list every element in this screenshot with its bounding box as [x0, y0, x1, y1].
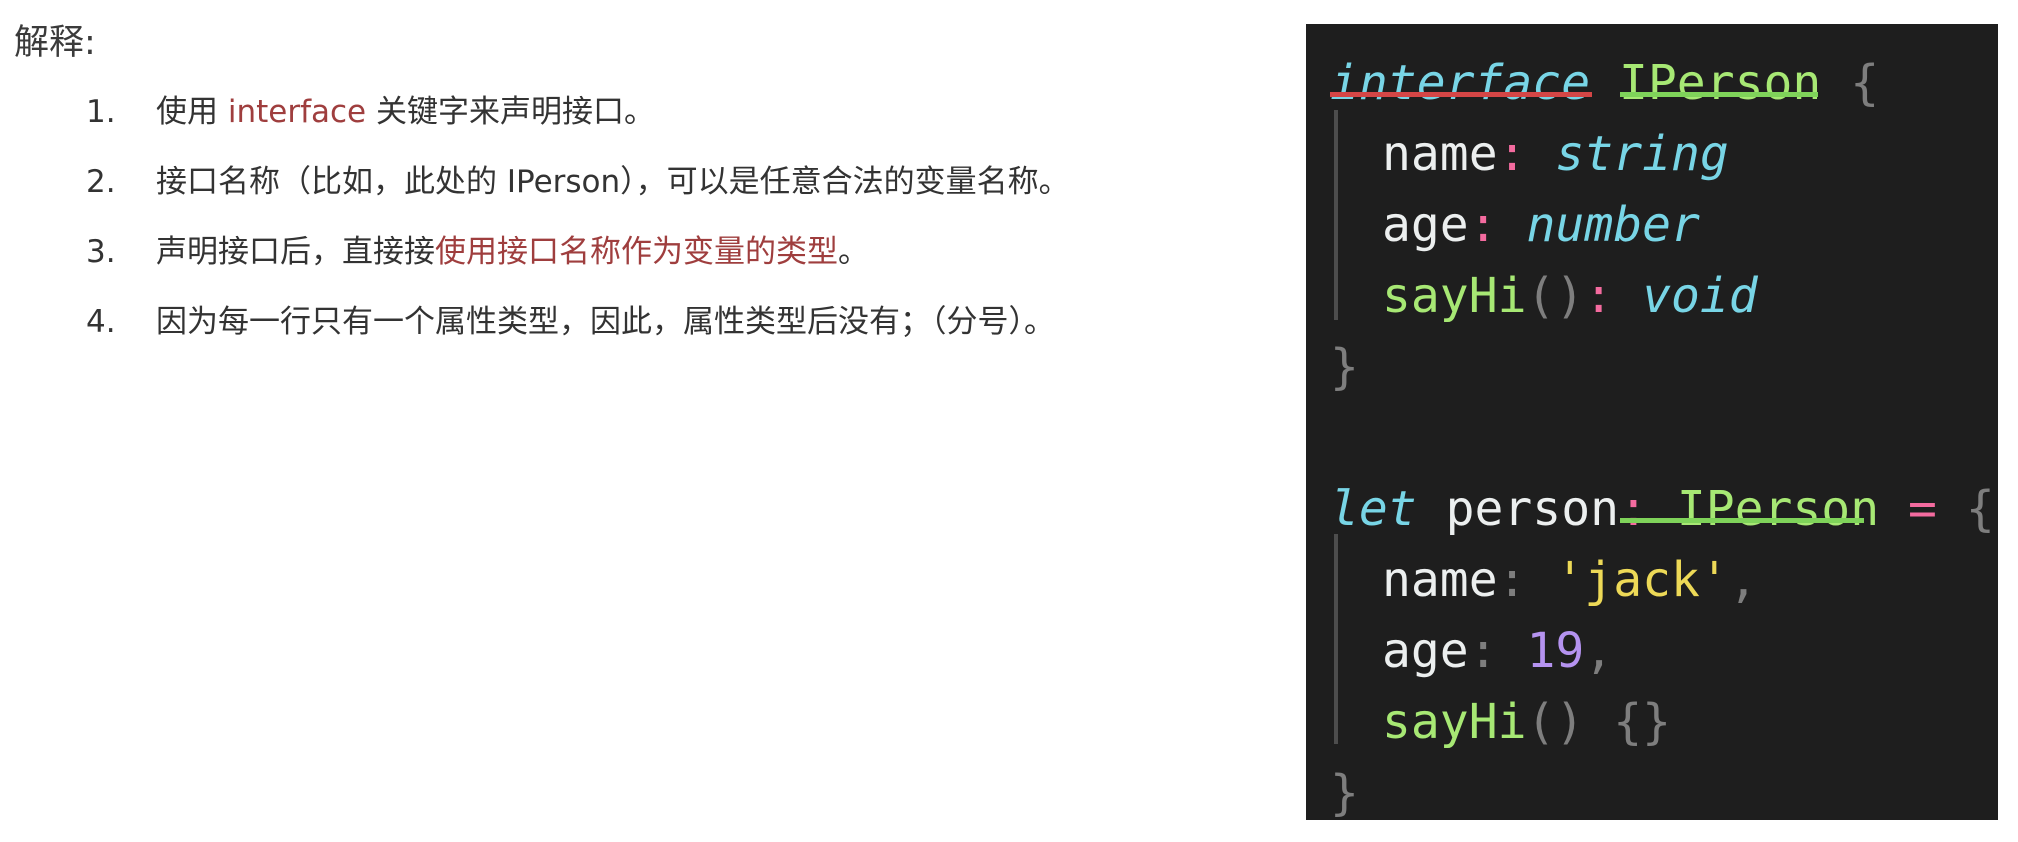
item-text: 因为每一行只有一个属性类型，因此，属性类型后没有；（分号）。	[156, 298, 1055, 346]
item-number: 2.	[86, 164, 116, 200]
number-value: 19	[1526, 623, 1585, 679]
item-highlight: 使用接口名称作为变量的类型	[435, 234, 838, 270]
item-text-pre: 因为每一行只有一个属性类型，因此，属性类型后没有；（分号）。	[156, 304, 1055, 340]
type-string: string	[1555, 126, 1729, 182]
property-name: age	[1382, 623, 1469, 679]
method-name: sayHi	[1382, 268, 1527, 324]
comma: ,	[1728, 552, 1758, 608]
underline-type-annotation	[1620, 518, 1864, 523]
code-line-age-value: age: 19,	[1330, 616, 1613, 687]
underline-interface	[1330, 92, 1592, 97]
keyword-let: let	[1330, 481, 1417, 537]
indent-guide	[1334, 110, 1338, 320]
code-line-close-object: }	[1330, 758, 1359, 820]
parens: ()	[1526, 268, 1585, 324]
item-text-post: 。	[838, 234, 869, 270]
item-text-pre: 接口名称（比如，此处的 IPerson），可以是任意合法的变量名称。	[156, 164, 1070, 200]
explanation-heading: 解释:	[14, 23, 96, 63]
brace: {	[1965, 481, 1995, 537]
type-name: IPerson	[1619, 55, 1822, 111]
item-number: 4.	[86, 304, 116, 340]
equals: =	[1908, 481, 1937, 537]
brace: {	[1850, 55, 1880, 111]
item-text-pre: 使用	[156, 94, 228, 130]
brace: }	[1330, 765, 1359, 820]
variable-name: person	[1445, 481, 1619, 537]
item-text: 接口名称（比如，此处的 IPerson），可以是任意合法的变量名称。	[156, 158, 1070, 206]
method-body: {}	[1613, 694, 1671, 750]
code-line-let: let person: IPerson = {	[1330, 474, 1995, 545]
colon: :	[1497, 126, 1527, 182]
type-annotation: IPerson	[1676, 481, 1880, 537]
code-line-age-type: age: number	[1330, 190, 1700, 261]
item-text-pre: 声明接口后，直接接	[156, 234, 435, 270]
code-line-interface: interface IPerson {	[1330, 48, 1879, 119]
code-block: interface IPerson { name: string age: nu…	[1306, 24, 1998, 820]
item-text: 使用 interface 关键字来声明接口。	[156, 88, 655, 136]
item-number: 1.	[86, 94, 116, 130]
type-void: void	[1642, 268, 1758, 324]
keyword-interface: interface	[1330, 55, 1591, 111]
string-value: 'jack'	[1555, 552, 1729, 608]
comma: ,	[1584, 623, 1614, 679]
item-text-post: 关键字来声明接口。	[366, 94, 655, 130]
colon: :	[1497, 552, 1527, 608]
indent-guide	[1334, 534, 1338, 744]
code-line-sayhi-value: sayHi() {}	[1330, 687, 1671, 758]
parens: ()	[1526, 694, 1585, 750]
colon: :	[1468, 623, 1498, 679]
brace: }	[1330, 339, 1359, 395]
colon: :	[1584, 268, 1614, 324]
method-name: sayHi	[1382, 694, 1527, 750]
type-number: number	[1526, 197, 1700, 253]
item-highlight: interface	[227, 94, 367, 130]
underline-iperson	[1620, 92, 1818, 97]
item-text: 声明接口后，直接接使用接口名称作为变量的类型。	[156, 228, 869, 276]
code-line-name-value: name: 'jack',	[1330, 545, 1758, 616]
colon: :	[1468, 197, 1498, 253]
code-line-name-type: name: string	[1330, 119, 1729, 190]
colon: :	[1619, 481, 1648, 537]
property-name: name	[1382, 552, 1498, 608]
code-line-close-interface: }	[1330, 332, 1359, 403]
property-name: age	[1382, 197, 1469, 253]
item-number: 3.	[86, 234, 116, 270]
property-name: name	[1382, 126, 1498, 182]
code-line-sayhi-type: sayHi(): void	[1330, 261, 1758, 332]
